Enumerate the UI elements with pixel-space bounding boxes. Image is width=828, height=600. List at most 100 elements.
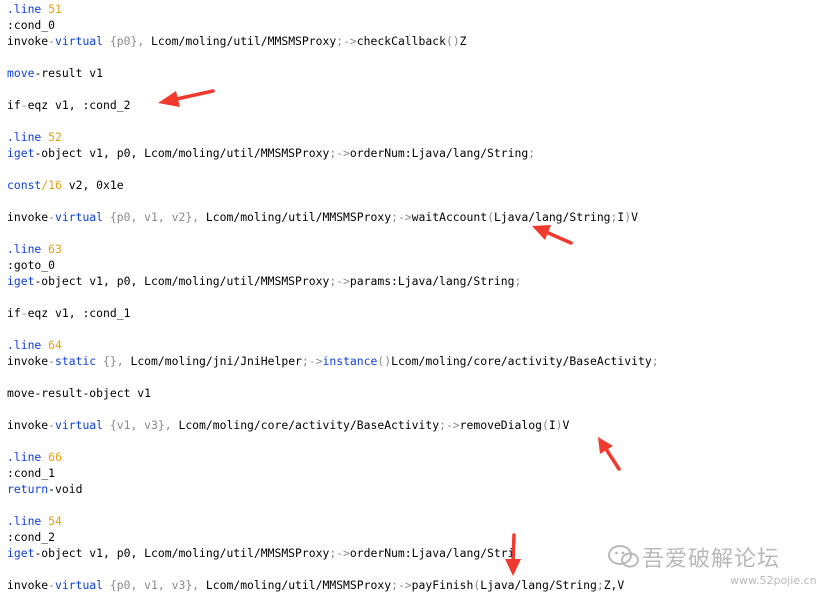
code-line: const/16 v2, 0x1e xyxy=(7,177,659,193)
code-token: v2, xyxy=(61,178,97,192)
wechat-logo-icon xyxy=(608,545,639,568)
code-line: invoke-static {}, Lcom/moling/jni/JniHel… xyxy=(7,353,659,369)
code-line: iget-object v1, p0, Lcom/moling/util/MMS… xyxy=(7,545,659,561)
code-token: payFinish xyxy=(411,578,474,592)
code-token: ;-> xyxy=(301,354,323,368)
code-line: .line 63 xyxy=(7,241,659,257)
code-line: :cond_0 xyxy=(7,17,659,33)
code-line: invoke-virtual {p0, v1, v3}, Lcom/moling… xyxy=(7,577,659,593)
code-token: {p0}, xyxy=(103,34,152,48)
code-token: Ljava/lang/String xyxy=(480,578,597,592)
smali-code-view: .line 51:cond_0 invoke-virtual {p0}, Lcom… xyxy=(7,1,659,593)
code-token: 63 xyxy=(48,242,62,256)
code-token: ;-> xyxy=(329,146,350,160)
code-token: move xyxy=(7,66,35,80)
code-line: move-result v1 xyxy=(7,65,659,81)
code-line: .line 66 xyxy=(7,449,659,465)
code-token: () xyxy=(445,34,460,48)
code-token: ( xyxy=(487,210,494,224)
code-token: Lcom/moling/core/activity/BaseActivity xyxy=(178,418,440,432)
code-line: iget-object v1, p0, Lcom/moling/util/MMS… xyxy=(7,273,659,289)
forum-watermark: 吾爱破解论坛 www.52pojie.cn xyxy=(606,541,828,600)
code-token: {}, xyxy=(96,354,131,368)
code-token: return xyxy=(7,482,49,496)
code-token: iget xyxy=(7,546,35,560)
code-line: invoke-virtual {v1, v3}, Lcom/moling/cor… xyxy=(7,417,659,433)
code-token: - xyxy=(48,578,56,592)
code-token: 51 xyxy=(48,2,62,16)
code-line: invoke-virtual {p0, v1, v2}, Lcom/moling… xyxy=(7,209,659,225)
code-token: - xyxy=(48,34,56,48)
code-token: eqz v1, :cond_1 xyxy=(27,306,131,320)
code-token: invoke xyxy=(7,418,49,432)
code-token: - xyxy=(20,306,28,320)
code-token: 66 xyxy=(48,450,62,464)
code-token: -result-object v1 xyxy=(34,386,152,400)
code-token: checkCallback xyxy=(356,34,446,48)
code-token: .line xyxy=(7,338,49,352)
code-token: 64 xyxy=(48,338,62,352)
code-line: .line 51 xyxy=(7,1,659,17)
code-token: ; xyxy=(596,578,604,592)
code-token: -object v1, p0, Lcom/moling/util/MMSMSPr… xyxy=(34,274,330,288)
code-token: params:Ljava/lang/String xyxy=(349,274,515,288)
code-token: invoke xyxy=(7,354,49,368)
code-token: -object v1, p0, Lcom/moling/util/MMSMSPr… xyxy=(34,546,330,560)
code-token: .line xyxy=(7,450,49,464)
code-token: Z xyxy=(459,34,467,48)
code-token: /16 xyxy=(41,178,62,192)
code-token: invoke xyxy=(7,578,49,592)
code-token: .line xyxy=(7,130,49,144)
code-token: V xyxy=(631,210,638,224)
code-token: virtual xyxy=(55,418,104,432)
code-token: virtual xyxy=(55,578,104,592)
code-token: 52 xyxy=(48,130,62,144)
code-token: {v1, v3}, xyxy=(103,418,179,432)
code-token: iget xyxy=(7,146,35,160)
code-token: instance xyxy=(322,354,378,368)
code-line: .line 64 xyxy=(7,337,659,353)
code-token: if xyxy=(7,98,21,112)
code-line: .line 54 xyxy=(7,513,659,529)
watermark-name: 吾爱破解论坛 xyxy=(642,547,781,572)
code-token: static xyxy=(55,354,97,368)
code-token: ( xyxy=(541,418,549,432)
code-token: move xyxy=(7,386,35,400)
code-token: .line xyxy=(7,514,49,528)
code-token: ;-> xyxy=(391,578,412,592)
code-line: :cond_2 xyxy=(7,529,659,545)
code-token: I xyxy=(548,418,556,432)
code-token: Ljava/lang/String xyxy=(493,210,611,224)
code-token: removeDialog xyxy=(459,418,542,432)
code-token: const xyxy=(7,178,42,192)
code-line: move-result-object v1 xyxy=(7,385,659,401)
code-token: - xyxy=(48,418,56,432)
code-line: invoke-virtual {p0}, Lcom/moling/util/MM… xyxy=(7,33,659,49)
code-token: ; xyxy=(651,354,659,368)
code-token: virtual xyxy=(55,34,104,48)
code-token: if xyxy=(7,306,21,320)
code-token: ; xyxy=(514,274,522,288)
code-token: ) xyxy=(555,418,563,432)
code-token: :cond_1 xyxy=(7,466,56,480)
code-token: -result v1 xyxy=(34,66,104,80)
code-token: .line xyxy=(7,2,49,16)
code-token: orderNum:Ljava/lang/String xyxy=(349,146,529,160)
code-line: iget-object v1, p0, Lcom/moling/util/MMS… xyxy=(7,145,659,161)
code-token: {p0, v1, v2}, xyxy=(103,210,206,224)
code-line: if-eqz v1, :cond_2 xyxy=(7,97,659,113)
code-token: invoke xyxy=(7,34,49,48)
code-token: iget xyxy=(7,274,35,288)
code-token: ; xyxy=(528,146,536,160)
watermark-url: www.52pojie.cn xyxy=(730,574,817,587)
